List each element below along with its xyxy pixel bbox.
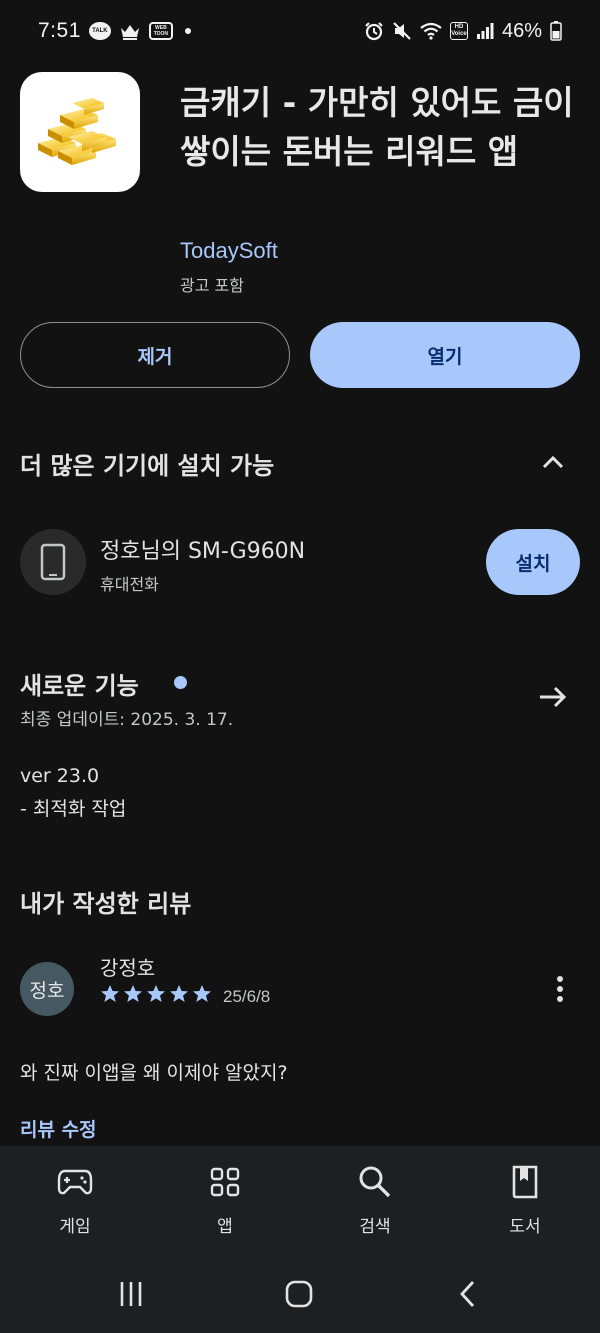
nav-label-search: 검색 — [359, 1217, 391, 1237]
release-version: ver 23.0 — [20, 765, 100, 787]
chevron-up-icon[interactable] — [538, 448, 568, 478]
star-rating — [100, 984, 212, 1004]
star-icon — [101, 985, 119, 1002]
edit-review-link[interactable]: 리뷰 수정 — [20, 1115, 97, 1142]
ads-note: 광고 포함 — [180, 276, 244, 295]
new-indicator-dot — [174, 676, 187, 689]
bottom-navigation: 게임 앱 검색 도서 — [0, 1146, 600, 1258]
device-name: 정호님의 SM-G960N — [100, 539, 306, 564]
mute-icon — [392, 21, 412, 41]
status-left: 7:51 TALK WEB TOON — [38, 19, 191, 43]
nav-label-books: 도서 — [509, 1217, 541, 1237]
star-icon — [193, 985, 211, 1002]
signal-icon — [476, 22, 494, 40]
home-icon[interactable] — [279, 1276, 319, 1312]
search-icon — [357, 1164, 393, 1200]
device-type: 휴대전화 — [100, 575, 159, 594]
recent-apps-icon[interactable] — [111, 1276, 151, 1312]
whats-new-title[interactable]: 새로운 기능 — [20, 666, 139, 701]
uninstall-button[interactable]: 제거 — [20, 322, 290, 388]
battery-icon — [550, 21, 562, 41]
wifi-icon — [420, 22, 442, 40]
kakaotalk-icon: TALK — [88, 22, 111, 40]
developer-link[interactable]: TodaySoft — [180, 238, 278, 264]
nav-item-search[interactable]: 검색 — [315, 1164, 435, 1237]
device-row: 정호님의 SM-G960N 휴대전화 설치 — [20, 527, 580, 599]
nav-item-books[interactable]: 도서 — [465, 1164, 585, 1237]
hd-voice-icon: HD Voice — [449, 22, 468, 40]
app-title: 금캐기 - 가만히 있어도 금이 쌓이는 돈버는 리워드 앱 — [180, 83, 574, 171]
review-date: 25/6/8 — [223, 987, 271, 1006]
gold-bars-icon — [38, 98, 116, 165]
review-text: 와 진짜 이앱을 왜 이제야 알았지? — [20, 1062, 288, 1084]
nav-item-apps[interactable]: 앱 — [165, 1164, 285, 1237]
system-navigation-bar — [0, 1258, 600, 1333]
star-icon — [124, 985, 142, 1002]
webtoon-icon: WEB TOON — [148, 22, 173, 40]
avatar: 정호 — [20, 962, 74, 1016]
nav-item-games[interactable]: 게임 — [15, 1164, 135, 1237]
arrow-right-icon[interactable] — [536, 680, 570, 714]
status-right: HD Voice 46% — [364, 20, 562, 43]
my-review-title: 내가 작성한 리뷰 — [20, 890, 192, 918]
nav-label-games: 게임 — [59, 1217, 91, 1237]
star-icon — [147, 985, 165, 1002]
nav-label-apps: 앱 — [217, 1217, 233, 1237]
last-updated: 최종 업데이트: 2025. 3. 17. — [20, 710, 234, 730]
alarm-icon — [364, 21, 384, 41]
app-icon[interactable] — [20, 72, 140, 192]
crown-icon — [119, 22, 141, 40]
apps-grid-icon — [207, 1164, 243, 1200]
battery-level: 46% — [501, 19, 542, 42]
back-icon[interactable] — [448, 1276, 488, 1312]
release-notes: ver 23.0 - 최적화 작업 — [20, 760, 126, 826]
reviewer-name: 강정호 — [100, 956, 156, 980]
release-note-item: - 최적화 작업 — [20, 798, 127, 820]
open-button[interactable]: 열기 — [310, 322, 580, 388]
devices-section-title: 더 많은 기기에 설치 가능 — [20, 452, 275, 480]
book-icon — [507, 1164, 543, 1200]
status-bar: 7:51 TALK WEB TOON HD Voice 46% — [0, 0, 600, 62]
more-options-icon[interactable] — [548, 972, 572, 1006]
star-icon — [170, 985, 188, 1002]
gamepad-icon — [57, 1164, 93, 1200]
notification-dot-icon — [184, 28, 191, 34]
app-header: 금캐기 - 가만히 있어도 금이 쌓이는 돈버는 리워드 앱 TodaySoft… — [20, 72, 580, 302]
status-time: 7:51 — [38, 19, 81, 42]
install-button[interactable]: 설치 — [486, 529, 580, 595]
phone-icon — [20, 529, 86, 595]
